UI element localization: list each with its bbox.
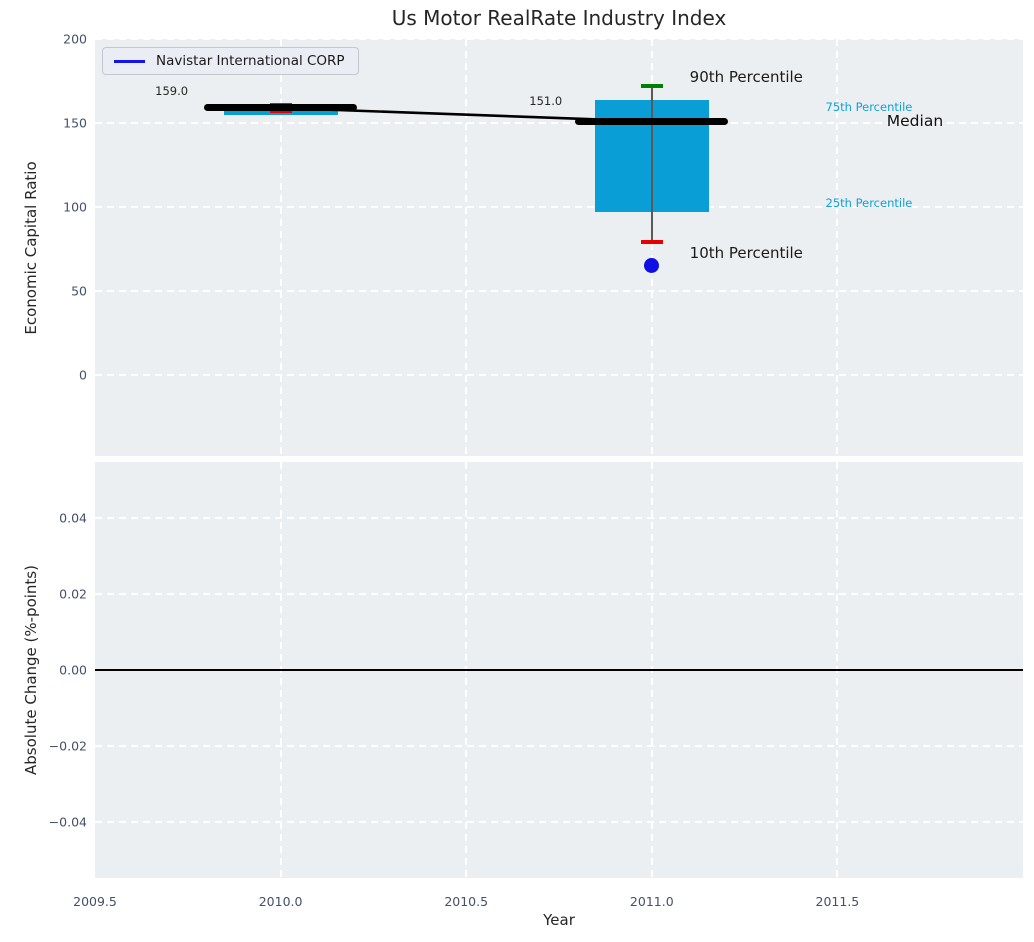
y-tick-label: 100 — [63, 199, 87, 215]
gridline — [95, 744, 1023, 747]
zero-line — [95, 669, 1023, 671]
x-tick-label: 2010.0 — [258, 894, 303, 909]
x-axis-label: Year — [543, 911, 575, 929]
x-tick-label: 2009.5 — [73, 894, 117, 909]
figure: Us Motor RealRate Industry Index Economi… — [0, 0, 1034, 942]
y-tick-label: 0 — [79, 367, 87, 383]
y-tick-label: 0.00 — [59, 662, 87, 678]
median-bar — [575, 117, 729, 125]
annotation: 90th Percentile — [689, 67, 803, 86]
y-tick-label: 0.04 — [59, 510, 87, 526]
y-tick-label: −0.02 — [48, 738, 87, 754]
y-tick-label: 150 — [63, 115, 87, 131]
gridline — [95, 820, 1023, 823]
x-tick-label: 2011.5 — [815, 894, 860, 909]
gridline — [95, 517, 1023, 520]
legend-label: Navistar International CORP — [156, 53, 345, 69]
chart-title: Us Motor RealRate Industry Index — [391, 6, 727, 30]
annotation: 151.0 — [529, 94, 563, 109]
y-tick-label: 0.02 — [59, 586, 87, 602]
median-bar — [204, 104, 358, 112]
x-tick-label: 2010.5 — [444, 894, 489, 909]
gridline — [95, 593, 1023, 596]
y-tick-label: −0.04 — [48, 814, 87, 830]
annotation: 10th Percentile — [689, 243, 803, 262]
legend: Navistar International CORP — [102, 47, 359, 75]
annotation: 159.0 — [155, 84, 189, 99]
plot-area-bottom — [95, 462, 1023, 878]
y-tick-label: 50 — [71, 283, 87, 299]
plot-area-top: Navistar International CORP 159.0 151.0 90… — [95, 38, 1023, 456]
y-tick-label: 200 — [63, 31, 87, 47]
x-tick-label: 2011.0 — [629, 894, 674, 909]
annotation: 25th Percentile — [825, 195, 913, 210]
y-axis-label-top: Economic Capital Ratio — [22, 161, 40, 335]
annotation: Median — [886, 112, 944, 131]
legend-line-swatch — [114, 59, 145, 63]
